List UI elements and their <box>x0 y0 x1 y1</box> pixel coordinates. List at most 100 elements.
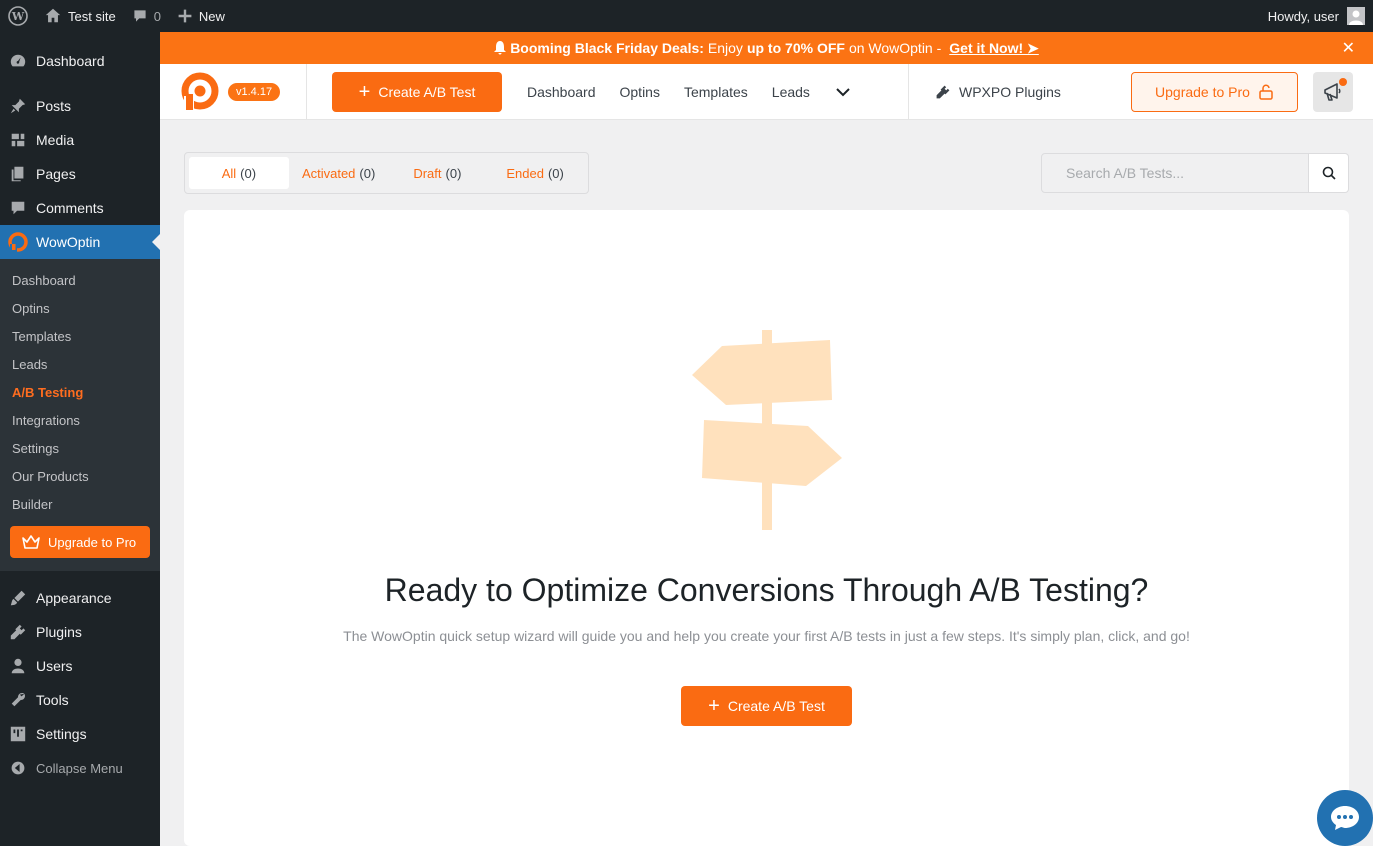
tab-label: Ended <box>506 165 544 181</box>
user-icon <box>8 656 28 676</box>
promo-discount: up to 70% OFF <box>746 40 845 56</box>
tab-all[interactable]: All (0) <box>189 157 289 189</box>
tab-count: (0) <box>445 165 462 181</box>
pin-icon <box>8 96 28 116</box>
empty-state-description: The WowOptin quick setup wizard will gui… <box>343 628 1190 644</box>
empty-state-card: Ready to Optimize Conversions Through A/… <box>184 210 1349 846</box>
howdy-text: Howdy, user <box>1267 8 1339 24</box>
media-icon <box>8 130 28 150</box>
submenu-optins[interactable]: Optins <box>0 294 160 322</box>
wordpress-logo-icon[interactable]: W <box>0 0 36 32</box>
submenu-settings[interactable]: Settings <box>0 434 160 462</box>
sidebar-upgrade-label: Upgrade to Pro <box>48 534 137 550</box>
version-badge: v1.4.17 <box>228 82 281 101</box>
svg-text:W: W <box>11 10 25 23</box>
wowoptin-submenu: Dashboard Optins Templates Leads A/B Tes… <box>0 259 160 571</box>
promo-text-1: Enjoy <box>707 40 743 56</box>
search-button[interactable] <box>1309 153 1349 193</box>
comment-icon <box>134 10 146 22</box>
sidebar-item-posts[interactable]: Posts <box>0 89 160 123</box>
sidebar-item-label: Pages <box>36 166 76 182</box>
promo-cta-link[interactable]: Get it Now! ➤ <box>949 40 1039 57</box>
sidebar-item-pages[interactable]: Pages <box>0 157 160 191</box>
submenu-templates[interactable]: Templates <box>0 322 160 350</box>
sidebar-item-label: Dashboard <box>36 53 105 69</box>
notification-dot <box>1339 78 1347 86</box>
submenu-leads[interactable]: Leads <box>0 350 160 378</box>
plus-icon: + <box>708 695 720 717</box>
submenu-ab-testing[interactable]: A/B Testing <box>0 378 160 406</box>
crown-icon <box>22 535 40 549</box>
new-label: New <box>198 8 225 24</box>
admin-sidebar: Dashboard Posts Media Pages Comments Wow… <box>0 32 160 846</box>
promo-banner: Booming Black Friday Deals: Enjoy up to … <box>160 32 1373 64</box>
comments-count: 0 <box>153 8 161 24</box>
sidebar-item-users[interactable]: Users <box>0 649 160 683</box>
avatar-icon <box>1347 7 1365 25</box>
pages-icon <box>8 164 28 184</box>
announcements-button[interactable] <box>1313 72 1353 112</box>
my-account[interactable]: Howdy, user <box>1268 7 1373 25</box>
search-icon <box>1322 166 1336 180</box>
comments-link[interactable]: 0 <box>124 0 169 32</box>
site-name-link[interactable]: Test site <box>36 0 124 32</box>
promo-text-2: on WowOptin - <box>848 40 942 56</box>
sidebar-item-media[interactable]: Media <box>0 123 160 157</box>
sidebar-item-appearance[interactable]: Appearance <box>0 581 160 615</box>
nav-divider <box>908 64 909 120</box>
sidebar-item-label: Appearance <box>36 590 112 606</box>
nav-templates[interactable]: Templates <box>684 84 748 100</box>
sidebar-item-label: Posts <box>36 98 72 114</box>
chat-support-button[interactable] <box>1317 790 1373 846</box>
sidebar-item-label: Tools <box>36 692 69 708</box>
brush-icon <box>8 588 28 608</box>
empty-state-title: Ready to Optimize Conversions Through A/… <box>384 572 1149 608</box>
nav-leads[interactable]: Leads <box>772 84 810 100</box>
search-box <box>1041 153 1349 193</box>
upgrade-to-pro-button[interactable]: Upgrade to Pro <box>1131 72 1298 112</box>
sidebar-item-dashboard[interactable]: Dashboard <box>0 44 160 78</box>
upgrade-to-pro-label: Upgrade to Pro <box>1155 84 1250 100</box>
promo-lead: Booming Black Friday Deals: <box>510 40 704 56</box>
search-input[interactable] <box>1041 153 1309 193</box>
tab-draft[interactable]: Draft (0) <box>389 157 487 189</box>
tab-count: (0) <box>240 165 257 181</box>
wpxpo-plugins-link[interactable]: WPXPO Plugins <box>935 64 1061 120</box>
bell-icon <box>494 41 507 55</box>
collapse-menu-button[interactable]: Collapse Menu <box>0 751 160 785</box>
tab-activated[interactable]: Activated (0) <box>289 157 389 189</box>
sidebar-item-settings[interactable]: Settings <box>0 717 160 751</box>
create-ab-test-button[interactable]: + Create A/B Test <box>332 72 502 112</box>
sidebar-item-label: Comments <box>36 200 104 216</box>
submenu-dashboard[interactable]: Dashboard <box>0 266 160 294</box>
plugin-nav-links: Dashboard Optins Templates Leads <box>527 64 850 120</box>
sidebar-item-comments[interactable]: Comments <box>0 191 160 225</box>
sidebar-upgrade-button[interactable]: Upgrade to Pro <box>10 526 150 558</box>
nav-optins[interactable]: Optins <box>620 84 660 100</box>
sidebar-item-tools[interactable]: Tools <box>0 683 160 717</box>
tab-ended[interactable]: Ended (0) <box>486 157 584 189</box>
submenu-our-products[interactable]: Our Products <box>0 462 160 490</box>
sidebar-item-label: Plugins <box>36 624 82 640</box>
new-content-link[interactable]: New <box>169 0 233 32</box>
signpost-icon <box>692 330 842 530</box>
plugin-icon <box>8 622 28 642</box>
chevron-down-icon[interactable] <box>836 87 850 97</box>
wowoptin-logo[interactable]: v1.4.17 <box>160 63 307 120</box>
admin-bar: W Test site 0 New Howdy, user <box>0 0 1373 32</box>
nav-dashboard[interactable]: Dashboard <box>527 84 596 100</box>
submenu-integrations[interactable]: Integrations <box>0 406 160 434</box>
home-icon <box>45 8 61 23</box>
tab-count: (0) <box>359 165 376 181</box>
sidebar-item-wowoptin[interactable]: WowOptin <box>0 225 160 259</box>
status-filter-tabs: All (0) Activated (0) Draft (0) Ended (0… <box>184 152 589 194</box>
close-icon[interactable]: ✕ <box>1342 38 1355 58</box>
submenu-builder[interactable]: Builder <box>0 490 160 518</box>
sidebar-item-label: Media <box>36 132 75 148</box>
sidebar-item-plugins[interactable]: Plugins <box>0 615 160 649</box>
empty-state-create-label: Create A/B Test <box>727 698 825 714</box>
settings-icon <box>8 724 28 744</box>
dashboard-icon <box>8 51 28 71</box>
tab-label: Activated <box>301 165 356 181</box>
empty-state-create-button[interactable]: + Create A/B Test <box>681 686 852 726</box>
